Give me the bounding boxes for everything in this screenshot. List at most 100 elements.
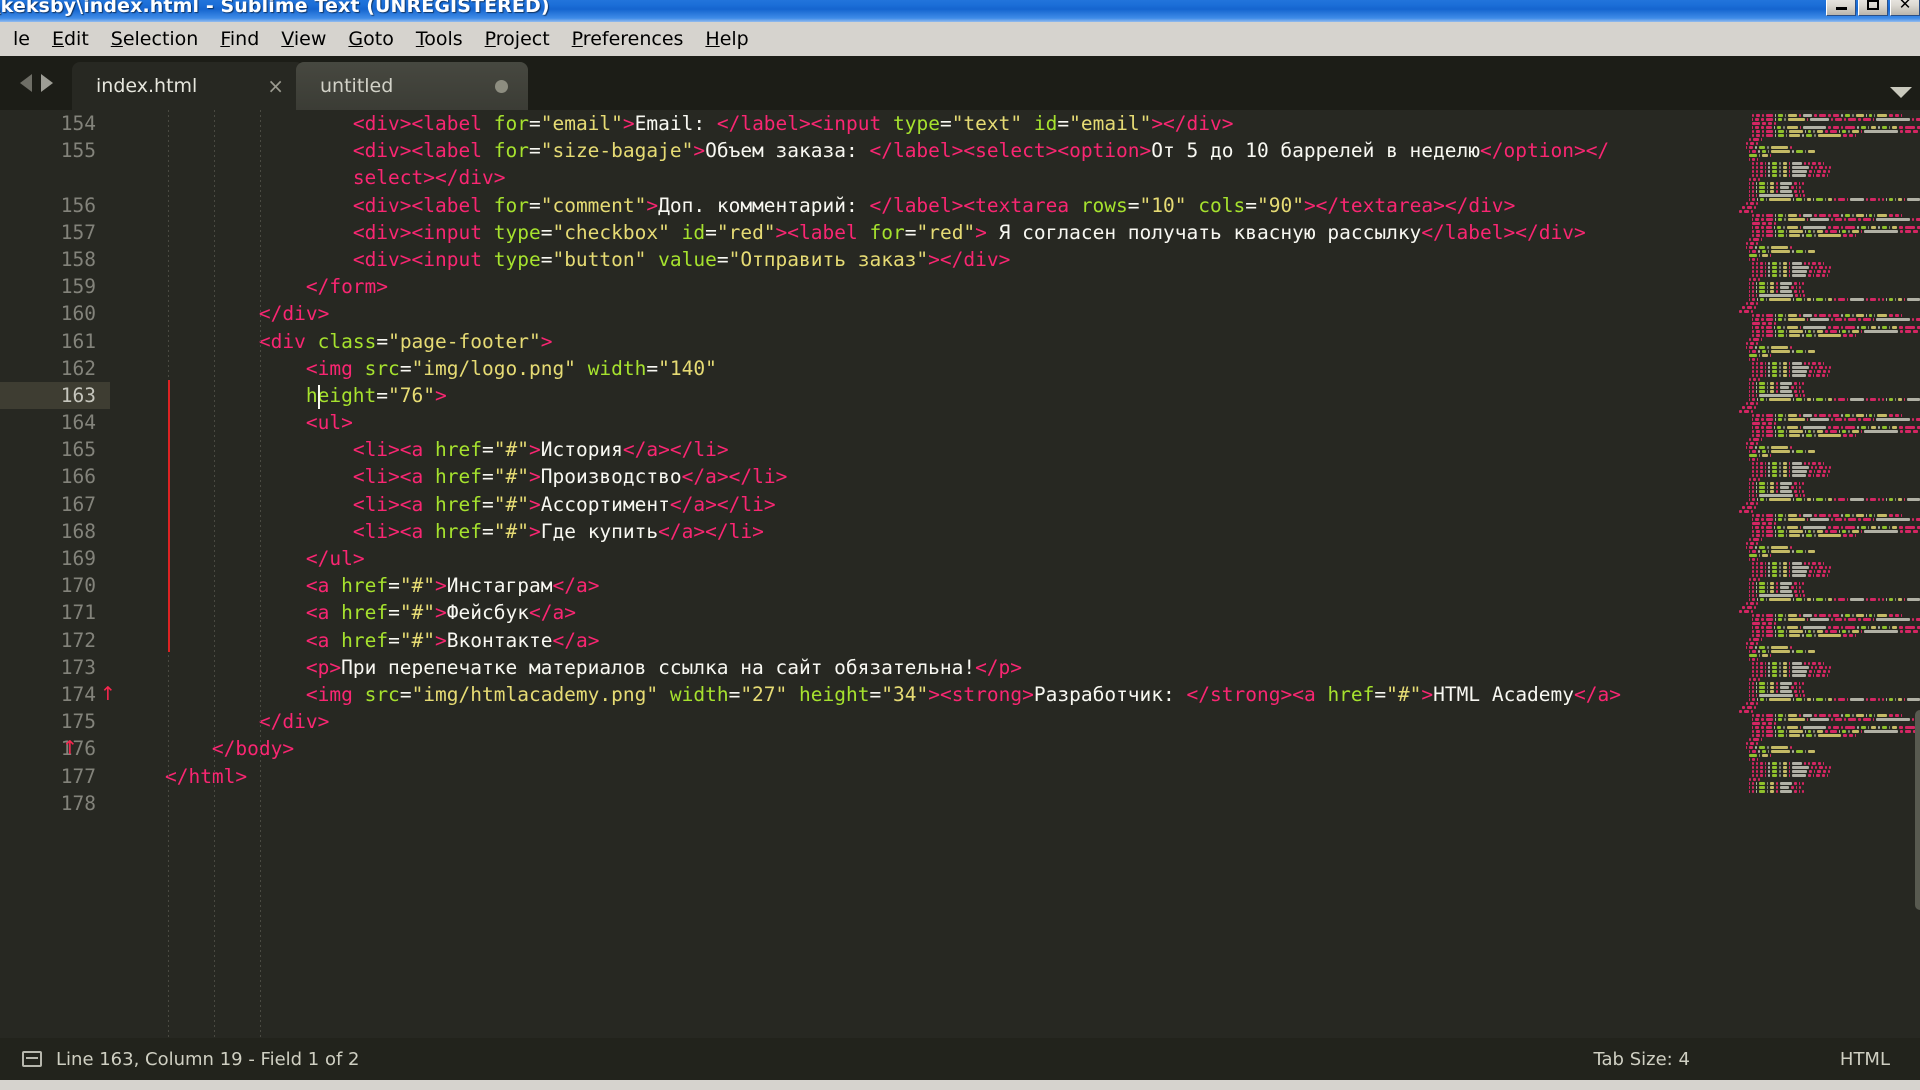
code-text: <a href="#">Фейсбук</a> [305, 601, 576, 625]
code-line[interactable]: 159 </form> [0, 273, 1732, 300]
menu-selection[interactable]: Selection [100, 25, 210, 53]
minimap-line [1732, 790, 1920, 793]
code-line[interactable]: 171 <a href="#">Фейсбук</a> [0, 599, 1732, 626]
minimap-line [1732, 310, 1920, 313]
code-line[interactable]: 163 height="76"> [0, 381, 1732, 410]
code-line[interactable]: 158 <div><input type="button" value="Отп… [0, 246, 1732, 273]
minimap-line [1732, 234, 1920, 237]
code-text: </html> [164, 764, 248, 788]
code-text: </body> [211, 737, 295, 761]
code-line[interactable]: 165 <li><a href="#">История</a></li> [0, 436, 1732, 463]
code-line[interactable]: 160 </div> [0, 300, 1732, 327]
minimap-line [1732, 362, 1920, 365]
minimap-line [1732, 702, 1920, 705]
minimap-line [1732, 254, 1920, 257]
code-line[interactable]: 178 [0, 790, 1732, 817]
code-line[interactable]: 162 <img src="img/logo.png" width="140" [0, 355, 1732, 382]
code-line[interactable]: 167 <li><a href="#">Ассортимент</a></li> [0, 491, 1732, 518]
tab-untitled[interactable]: untitled [296, 62, 528, 110]
tab-close-icon[interactable]: × [267, 76, 284, 96]
tab-nav-arrows[interactable] [0, 56, 72, 110]
minimap-line [1732, 550, 1920, 553]
minimap-line [1732, 730, 1920, 733]
line-number: 167 [60, 492, 96, 516]
minimap-line [1732, 414, 1920, 417]
minimap-line [1732, 202, 1920, 205]
minimize-button[interactable] [1826, 0, 1856, 16]
code-line[interactable]: 156 <div><label for="comment">Доп. комме… [0, 192, 1732, 219]
minimap-line [1732, 126, 1920, 129]
minimap-line [1732, 214, 1920, 217]
code-line[interactable]: select></div> [0, 164, 1732, 191]
minimap-line [1732, 470, 1920, 473]
code-line[interactable]: 173 <p>При перепечатке материалов ссылка… [0, 654, 1732, 681]
minimap-line [1732, 782, 1920, 785]
menu-preferences[interactable]: Preferences [561, 25, 695, 53]
sublime-editor-shell: index.html × untitled 154 <div><label fo… [0, 56, 1920, 1080]
code-line[interactable]: 157 <div><input type="checkbox" id="red"… [0, 219, 1732, 246]
minimap-line [1732, 230, 1920, 233]
line-number: 175 [60, 710, 96, 734]
editor-viewport: 154 <div><label for="email">Email: </lab… [0, 110, 1920, 1038]
minimap-line [1732, 610, 1920, 613]
menu-view[interactable]: View [270, 25, 337, 53]
minimap-line [1732, 374, 1920, 377]
minimap-line [1732, 266, 1920, 269]
code-line[interactable]: 176 ↑ </body> [0, 735, 1732, 762]
code-line[interactable]: 166 <li><a href="#">Производство</a></li… [0, 463, 1732, 490]
next-tab-icon[interactable] [40, 74, 53, 92]
minimap-line [1732, 406, 1920, 409]
code-text: height="76"> [305, 383, 447, 407]
code-line[interactable]: 169 </ul> [0, 545, 1732, 572]
menu-help[interactable]: Help [694, 25, 759, 53]
menu-file[interactable]: le [2, 25, 41, 53]
chevron-down-icon[interactable] [1890, 87, 1912, 98]
minimap-line [1732, 366, 1920, 369]
menu-find[interactable]: Find [209, 25, 270, 53]
code-editor[interactable]: 154 <div><label for="email">Email: </lab… [0, 110, 1732, 1038]
minimap-line [1732, 262, 1920, 265]
menu-tools[interactable]: Tools [405, 25, 474, 53]
code-line[interactable]: 168 <li><a href="#">Где купить</a></li> [0, 518, 1732, 545]
minimap-line [1732, 238, 1920, 241]
prev-tab-icon[interactable] [19, 74, 32, 92]
minimap-line [1732, 518, 1920, 521]
minimap-line [1732, 542, 1920, 545]
minimap[interactable] [1732, 110, 1920, 1038]
code-line[interactable]: 161 <div class="page-footer"> [0, 328, 1732, 355]
code-line[interactable]: 172 <a href="#">Вконтакте</a> [0, 627, 1732, 654]
minimap-line [1732, 394, 1920, 397]
minimap-line [1732, 590, 1920, 593]
menu-project[interactable]: Project [474, 25, 561, 53]
code-line[interactable]: 154 <div><label for="email">Email: </lab… [0, 110, 1732, 137]
close-button[interactable]: ✕ [1890, 0, 1920, 16]
maximize-button[interactable] [1858, 0, 1888, 16]
minimap-line [1732, 306, 1920, 309]
syntax-label[interactable]: HTML [1840, 1049, 1890, 1070]
minimize-icon [1835, 6, 1847, 10]
code-line[interactable]: 175 </div> [0, 708, 1732, 735]
code-line[interactable]: 164 <ul> [0, 409, 1732, 436]
minimap-line [1732, 438, 1920, 441]
menu-goto[interactable]: Goto [337, 25, 404, 53]
scrollbar-thumb[interactable] [1915, 710, 1920, 910]
code-line[interactable]: 177 </html> [0, 763, 1732, 790]
code-line[interactable]: 170 <a href="#">Инстаграм</a> [0, 572, 1732, 599]
minimap-line [1732, 490, 1920, 493]
menu-edit[interactable]: Edit [41, 25, 100, 53]
code-text: </div> [258, 302, 330, 326]
minimap-line [1732, 418, 1920, 421]
tab-size-label[interactable]: Tab Size: 4 [1594, 1049, 1690, 1070]
code-line[interactable]: 155 <div><label for="size-bagaje">Объем … [0, 137, 1732, 164]
tab-index-html[interactable]: index.html × [72, 62, 304, 110]
window-controls: ✕ [1826, 0, 1920, 16]
minimap-line [1732, 602, 1920, 605]
code-text: <div><label for="comment">Доп. комментар… [352, 193, 1516, 217]
minimap-line [1732, 582, 1920, 585]
code-line[interactable]: 174 ↑ <img src="img/htmlacademy.png" widt… [0, 681, 1732, 708]
tab-label: untitled [320, 75, 394, 97]
minimap-line [1732, 658, 1920, 661]
minimap-line [1732, 218, 1920, 221]
vertical-scrollbar[interactable] [1914, 110, 1920, 1038]
minimap-line [1732, 714, 1920, 717]
